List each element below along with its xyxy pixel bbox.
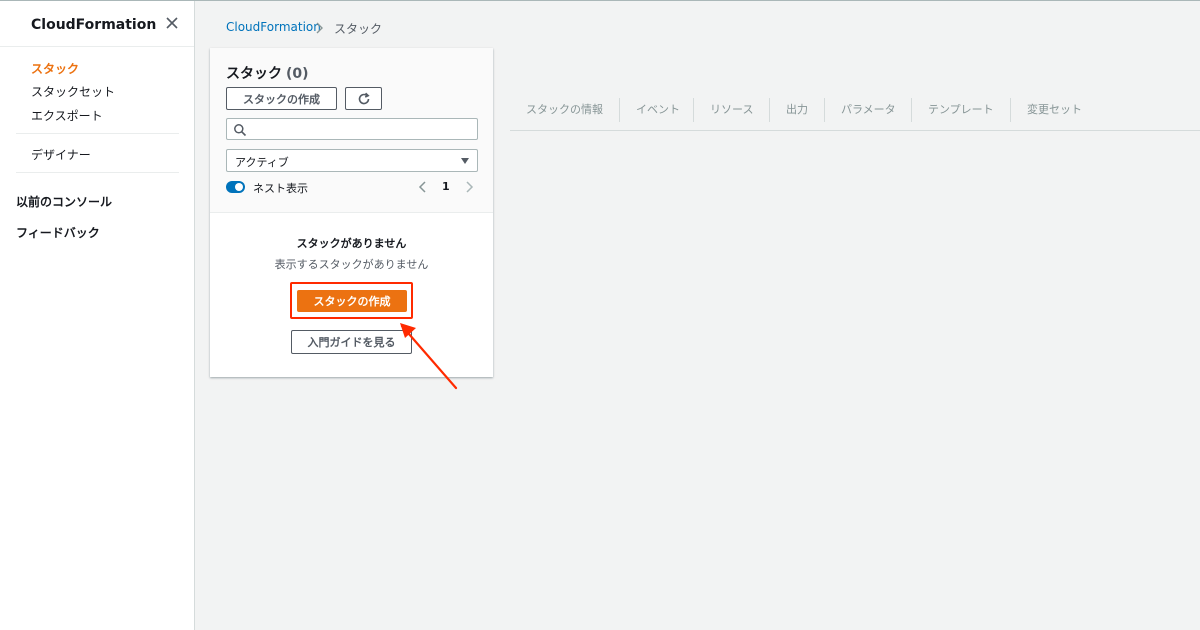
chevron-left-icon[interactable]	[417, 179, 429, 195]
sidebar-feedback[interactable]: フィードバック	[16, 224, 100, 241]
tab-events[interactable]: イベント	[636, 98, 680, 122]
chevron-separator-icon	[316, 22, 323, 34]
sidebar-item-stacksets[interactable]: スタックセット	[31, 83, 115, 100]
breadcrumb-current: スタック	[334, 22, 383, 36]
sidebar-divider	[0, 46, 194, 47]
sidebar-item-designer[interactable]: デザイナー	[31, 146, 91, 163]
caret-down-icon	[461, 158, 469, 164]
refresh-button[interactable]	[345, 87, 382, 110]
tab-separator	[693, 98, 694, 122]
panel-title-text: スタック	[226, 66, 282, 82]
sidebar: CloudFormation スタック スタックセット エクスポート デザイナー…	[0, 1, 195, 630]
empty-state-title: スタックがありません	[296, 237, 407, 250]
tab-change-sets[interactable]: 変更セット	[1027, 98, 1082, 122]
status-filter-select[interactable]: アクティブ	[226, 149, 478, 172]
tab-separator	[769, 98, 770, 122]
sidebar-divider	[16, 133, 179, 134]
chevron-right-icon[interactable]	[463, 179, 475, 195]
close-icon[interactable]	[163, 14, 181, 32]
search-icon	[234, 124, 247, 137]
stack-count: (0)	[286, 66, 309, 82]
tab-separator	[824, 98, 825, 122]
nested-view-toggle[interactable]	[226, 181, 245, 193]
tab-template[interactable]: テンプレート	[928, 98, 994, 122]
stacks-panel-header: スタック (0) スタックの作成 アクティブ ネスト表示 1	[210, 48, 493, 213]
search-input[interactable]	[251, 120, 475, 140]
create-stack-primary-button[interactable]: スタックの作成	[297, 290, 407, 312]
annotation-arrow-icon	[400, 323, 458, 390]
create-stack-button[interactable]: スタックの作成	[226, 87, 337, 110]
nested-view-label: ネスト表示	[253, 182, 308, 195]
tab-separator	[619, 98, 620, 122]
empty-state-subtitle: 表示するスタックがありません	[274, 258, 429, 271]
tab-parameters[interactable]: パラメータ	[841, 98, 896, 122]
page-number[interactable]: 1	[442, 180, 450, 193]
detail-tabs: スタックの情報 イベント リソース 出力 パラメータ テンプレート 変更セット	[510, 98, 1200, 131]
tab-stack-info[interactable]: スタックの情報	[526, 98, 603, 122]
sidebar-divider	[16, 172, 179, 173]
tab-resources[interactable]: リソース	[710, 98, 753, 122]
sidebar-item-stacks[interactable]: スタック	[31, 60, 79, 77]
breadcrumb-root-link[interactable]: CloudFormation	[226, 20, 321, 34]
sidebar-previous-console[interactable]: 以前のコンソール	[16, 193, 112, 210]
sidebar-title: CloudFormation	[31, 17, 157, 33]
sidebar-item-exports[interactable]: エクスポート	[31, 107, 103, 124]
tab-outputs[interactable]: 出力	[786, 98, 808, 122]
search-field	[226, 118, 478, 140]
panel-title: スタック (0)	[226, 63, 309, 83]
status-filter-value: アクティブ	[235, 156, 289, 169]
refresh-icon	[358, 92, 370, 104]
tab-separator	[911, 98, 912, 122]
tab-separator	[1010, 98, 1011, 122]
